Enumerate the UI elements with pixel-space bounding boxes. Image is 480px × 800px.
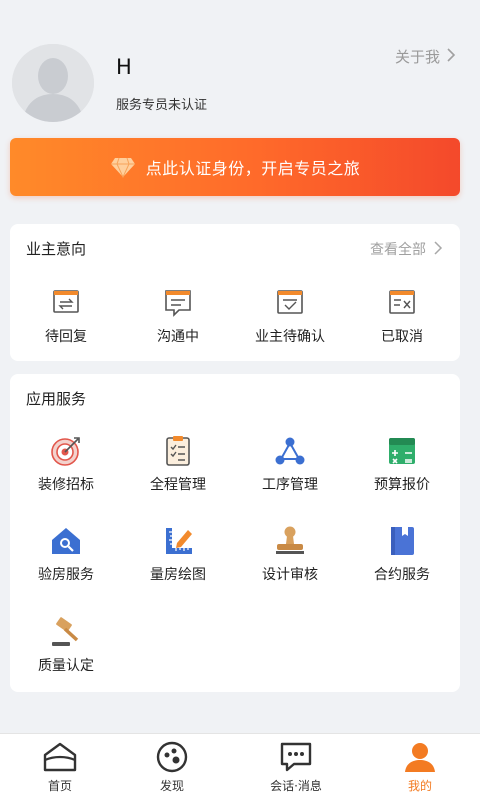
checklist-icon — [166, 436, 190, 466]
contract-book-icon — [391, 527, 414, 555]
calculator-icon — [389, 438, 415, 464]
reply-doc-icon — [53, 290, 79, 313]
message-icon — [280, 742, 312, 772]
process-nodes-icon — [275, 437, 305, 465]
default-avatar-icon — [12, 44, 94, 122]
tab-label: 首页 — [47, 779, 72, 793]
service-label: 工序管理 — [262, 477, 318, 493]
service-process-management[interactable]: 工序管理 — [234, 434, 346, 494]
intent-label: 已取消 — [381, 329, 423, 345]
tab-label: 发现 — [159, 779, 184, 793]
service-label: 验房服务 — [38, 567, 94, 583]
intent-cancelled[interactable]: 已取消 — [346, 286, 458, 346]
service-contract[interactable]: 合约服务 — [346, 524, 458, 584]
intent-pending-reply[interactable]: 待回复 — [10, 286, 122, 346]
tab-messages[interactable]: 会话·消息 — [236, 734, 356, 800]
tab-mine[interactable]: 我的 — [360, 734, 480, 800]
house-search-icon — [52, 528, 80, 554]
service-label: 全程管理 — [150, 477, 206, 493]
target-icon — [51, 437, 80, 466]
intent-owner-confirming[interactable]: 业主待确认 — [234, 286, 346, 346]
service-measure-drawing[interactable]: 量房绘图 — [122, 524, 234, 584]
service-house-inspection[interactable]: 验房服务 — [10, 524, 122, 584]
service-full-management[interactable]: 全程管理 — [122, 434, 234, 494]
confirm-doc-icon — [277, 290, 303, 314]
service-budget-quote[interactable]: 预算报价 — [346, 434, 458, 494]
certification-status: 服务专员未认证 — [116, 98, 208, 113]
discover-icon — [156, 741, 188, 773]
ruler-pencil-icon — [166, 528, 192, 554]
service-label: 合约服务 — [374, 567, 430, 583]
service-renovation-bidding[interactable]: 装修招标 — [10, 434, 122, 494]
diamond-icon — [110, 157, 135, 178]
gavel-icon — [52, 617, 79, 646]
tab-label: 我的 — [407, 779, 432, 793]
profile-icon — [405, 743, 435, 772]
view-all-link[interactable]: 查看全部 — [370, 239, 426, 259]
service-design-review[interactable]: 设计审核 — [234, 524, 346, 584]
intent-label: 沟通中 — [157, 329, 199, 345]
stamp-icon — [276, 526, 304, 554]
app-services-card: 应用服务 装修招标 全程管理 工序管理 预算报价 验房服务 量房绘图 设计审核 … — [10, 374, 460, 692]
service-label: 设计审核 — [262, 567, 318, 583]
chevron-right-icon[interactable] — [432, 241, 444, 255]
service-label: 预算报价 — [374, 477, 430, 493]
service-label: 装修招标 — [38, 477, 94, 493]
intent-label: 业主待确认 — [255, 329, 325, 345]
profile-header: H 服务专员未认证 关于我 — [0, 0, 480, 130]
app-services-title: 应用服务 — [26, 390, 87, 408]
intent-label: 待回复 — [45, 329, 87, 345]
service-label: 质量认定 — [38, 658, 94, 674]
tab-label: 会话·消息 — [270, 779, 322, 793]
home-icon — [43, 742, 77, 772]
chat-doc-icon — [165, 290, 191, 317]
about-me-link[interactable]: 关于我 — [395, 46, 440, 67]
service-quality-assessment[interactable]: 质量认定 — [10, 615, 122, 675]
owner-intent-card: 业主意向 查看全部 待回复 沟通中 业主待确认 已取消 — [10, 224, 460, 361]
chevron-right-icon[interactable] — [444, 47, 458, 63]
certification-banner-text: 点此认证身份，开启专员之旅 — [145, 159, 361, 178]
tab-home[interactable]: 首页 — [0, 734, 120, 800]
tab-discover[interactable]: 发现 — [112, 734, 232, 800]
certification-banner[interactable]: 点此认证身份，开启专员之旅 — [10, 138, 460, 196]
cancel-doc-icon — [389, 290, 415, 314]
service-label: 量房绘图 — [150, 567, 206, 583]
intent-in-communication[interactable]: 沟通中 — [122, 286, 234, 346]
owner-intent-title: 业主意向 — [26, 240, 87, 258]
user-name: H — [116, 55, 132, 79]
bottom-tab-bar: 首页 发现 会话·消息 我的 — [0, 733, 480, 800]
avatar[interactable] — [12, 44, 94, 122]
